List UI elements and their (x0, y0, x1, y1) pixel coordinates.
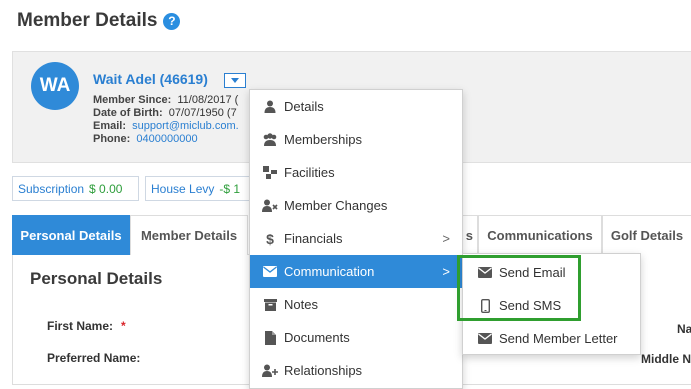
section-title: Personal Details (30, 269, 163, 288)
member-actions-menu: Details Memberships Facilities Member Ch… (249, 89, 463, 389)
menu-item-label: Facilities (284, 165, 335, 180)
tab-member-details[interactable]: Member Details (130, 215, 248, 255)
envelope-icon (262, 264, 278, 280)
user-plus-icon (262, 363, 278, 379)
communication-submenu: Send Email Send SMS Send Member Letter (462, 253, 641, 355)
house-levy-label: House Levy (151, 181, 215, 196)
user-icon (262, 99, 278, 115)
submenu-item-send-email[interactable]: Send Email (463, 256, 640, 289)
menu-item-notes[interactable]: Notes (250, 288, 462, 321)
chevron-right-icon: > (442, 264, 450, 279)
menu-item-label: Details (284, 99, 324, 114)
user-times-icon (262, 198, 278, 214)
page-title-text: Member Details (17, 10, 158, 31)
menu-item-member-changes[interactable]: Member Changes (250, 189, 462, 222)
tab-personal-details[interactable]: Personal Details (12, 215, 130, 255)
dob-value: 07/07/1950 (7 (168, 107, 237, 119)
caret-down-icon (231, 78, 239, 83)
tab-golf-details[interactable]: Golf Details (602, 215, 691, 255)
menu-item-label: Communication (284, 264, 375, 279)
right-field-label-2: Middle N (641, 352, 691, 366)
menu-item-label: Relationships (284, 363, 363, 378)
first-name-label-text: First Name: (47, 319, 114, 333)
submenu-item-label: Send Member Letter (499, 331, 618, 346)
submenu-item-label: Send SMS (499, 298, 562, 313)
tab-communications[interactable]: Communications (478, 215, 602, 255)
menu-item-label: Notes (284, 297, 318, 312)
submenu-item-send-member-letter[interactable]: Send Member Letter (463, 322, 640, 355)
menu-item-facilities[interactable]: Facilities (250, 156, 462, 189)
email-label: Email: (93, 120, 127, 132)
right-field-label-1: Name (677, 322, 691, 336)
house-levy-badge[interactable]: House Levy -$ 1 (145, 176, 255, 201)
file-icon (262, 330, 278, 346)
member-since-value: 11/08/2017 ( (177, 94, 239, 106)
avatar: WA (31, 62, 79, 110)
preferred-name-label: Preferred Name: (47, 351, 141, 365)
subscription-label: Subscription (18, 181, 85, 196)
users-icon (262, 132, 278, 148)
menu-item-communication[interactable]: Communication > (250, 255, 462, 288)
archive-icon (262, 297, 278, 313)
phone-label: Phone: (93, 133, 131, 145)
subscription-badge[interactable]: Subscription $ 0.00 (12, 176, 139, 201)
page-title: Member Details ? (17, 10, 181, 32)
menu-item-memberships[interactable]: Memberships (250, 123, 462, 156)
help-icon[interactable]: ? (163, 12, 181, 30)
member-name-link[interactable]: Wait Adel (46619) (93, 71, 208, 87)
member-since-label: Member Since: (93, 94, 172, 106)
envelope-icon (477, 331, 493, 347)
member-info: Member Since: 11/08/2017 ( Date of Birth… (93, 94, 239, 146)
chevron-right-icon: > (442, 231, 450, 246)
phone-link[interactable]: 0400000000 (136, 133, 197, 145)
menu-item-label: Member Changes (284, 198, 388, 213)
mobile-icon (477, 298, 493, 314)
member-actions-dropdown-button[interactable] (224, 73, 246, 88)
submenu-item-send-sms[interactable]: Send SMS (463, 289, 640, 322)
menu-item-relationships[interactable]: Relationships (250, 354, 462, 387)
dob-label: Date of Birth: (93, 107, 163, 119)
required-marker: * (121, 319, 126, 333)
first-name-label: First Name: * (47, 319, 126, 333)
menu-item-label: Documents (284, 330, 350, 345)
dollar-icon: $ (266, 230, 274, 247)
house-levy-value: -$ 1 (219, 181, 241, 196)
menu-item-label: Financials (284, 231, 343, 246)
subscription-value: $ 0.00 (89, 181, 123, 196)
menu-item-documents[interactable]: Documents (250, 321, 462, 354)
menu-item-details[interactable]: Details (250, 90, 462, 123)
email-link[interactable]: support@miclub.com. (132, 120, 239, 132)
sitemap-icon (262, 165, 278, 181)
submenu-item-label: Send Email (499, 265, 566, 280)
menu-item-label: Memberships (284, 132, 363, 147)
envelope-icon (477, 265, 493, 281)
menu-item-financials[interactable]: $ Financials > (250, 222, 462, 255)
